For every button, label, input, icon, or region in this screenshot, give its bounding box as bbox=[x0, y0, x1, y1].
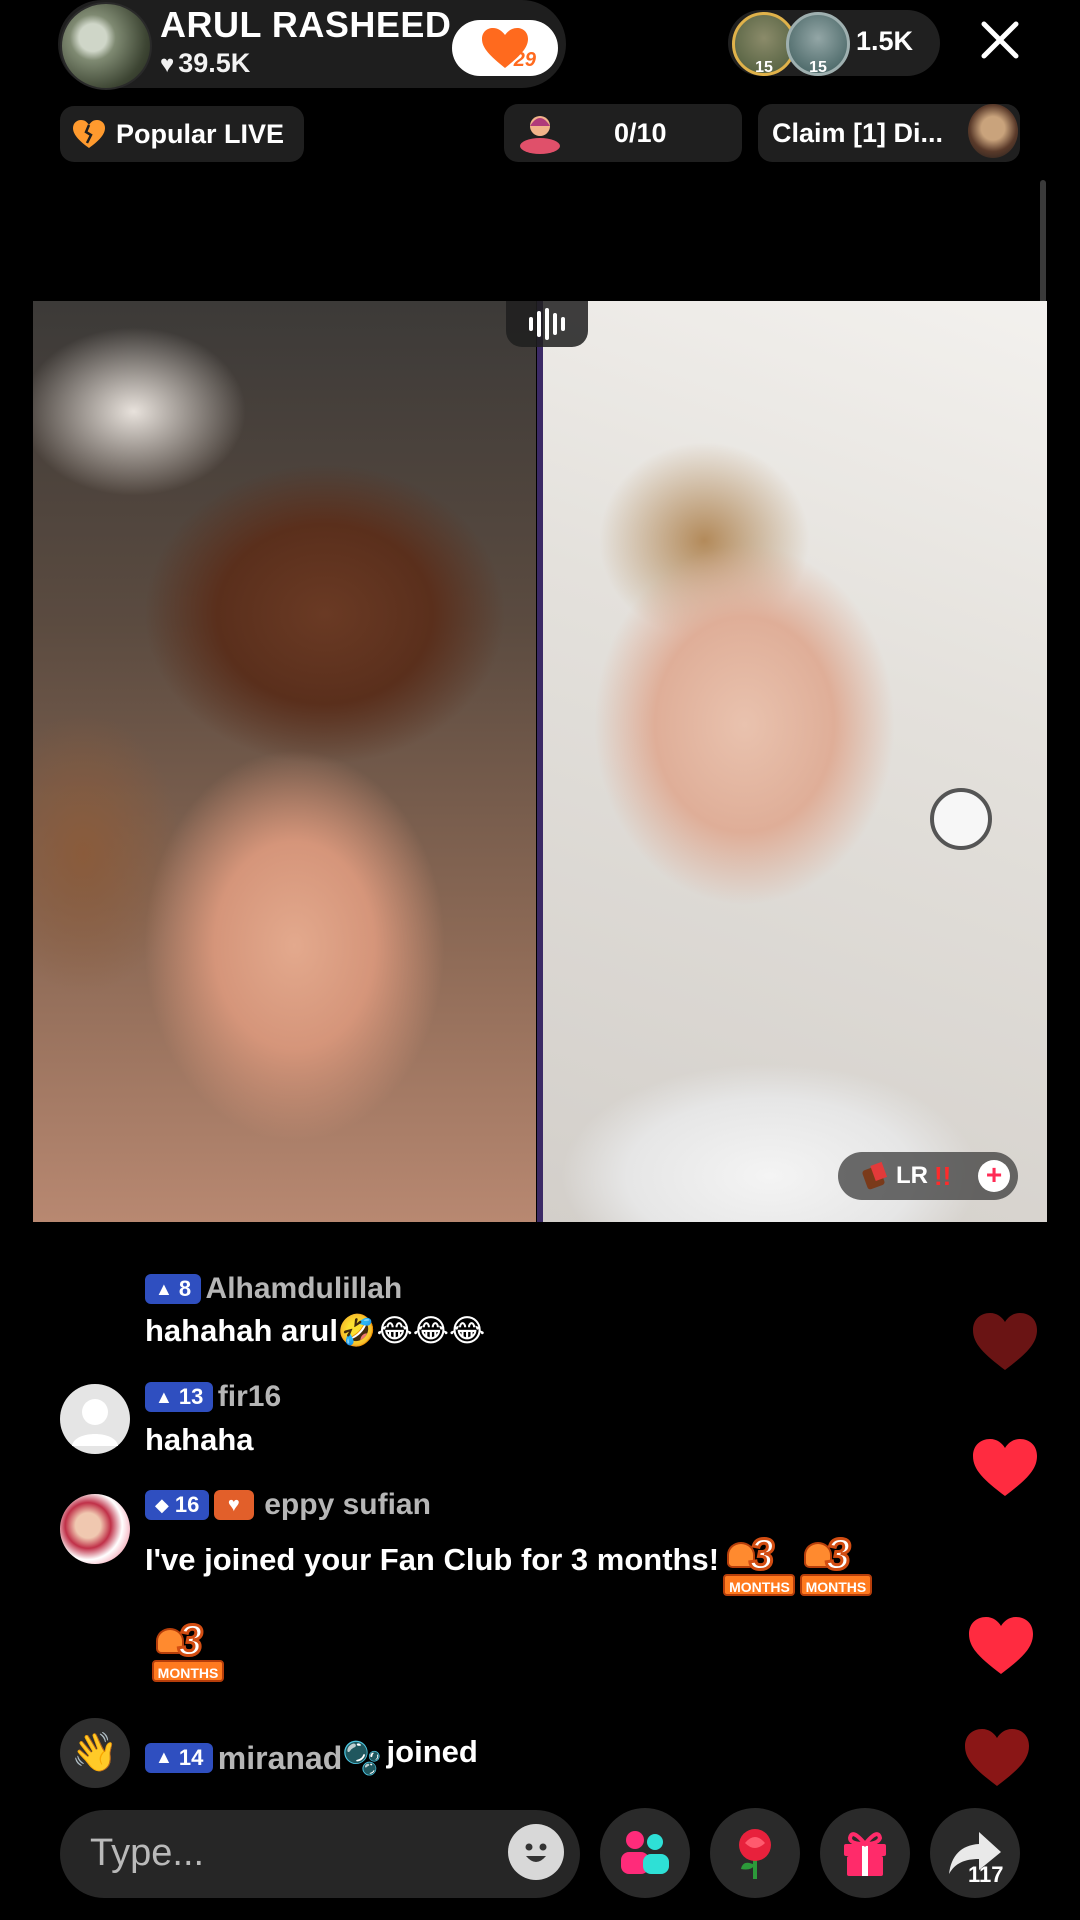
default-avatar-icon bbox=[72, 1399, 118, 1446]
chat-message-text: hahaha bbox=[145, 1422, 254, 1457]
video-divider bbox=[537, 301, 543, 1222]
fan-club-heart-icon: ♥ bbox=[213, 1490, 254, 1520]
claim-label: Claim [1] Di... bbox=[772, 118, 944, 148]
chat-username[interactable]: eppy sufian bbox=[264, 1488, 431, 1521]
sticker-label: MONTHS bbox=[152, 1660, 224, 1682]
audio-indicator[interactable] bbox=[506, 301, 588, 347]
level-icon: ▲ bbox=[155, 1386, 173, 1407]
sticker-number: 3 bbox=[176, 1615, 204, 1667]
level-icon: ◆ bbox=[155, 1494, 169, 1515]
host-name: ARUL RASHEED bbox=[160, 4, 452, 45]
gift-button[interactable] bbox=[820, 1808, 910, 1898]
level-number: 13 bbox=[178, 1384, 204, 1409]
host-video[interactable] bbox=[33, 301, 536, 1222]
close-button[interactable] bbox=[974, 14, 1026, 66]
viewer-level: 15 bbox=[809, 59, 827, 76]
fan-club-button[interactable]: 29 bbox=[452, 20, 558, 76]
chat-username[interactable]: miranad🫧 bbox=[218, 1740, 382, 1776]
comment-placeholder: Type... bbox=[90, 1832, 205, 1874]
wall-clock-image bbox=[930, 788, 992, 850]
sticker-number: 3 bbox=[824, 1529, 852, 1581]
chat-message-body: 3 MONTHS bbox=[152, 1615, 224, 1686]
goal-progress: 0/10 bbox=[614, 118, 667, 148]
sticker-number: 3 bbox=[748, 1529, 776, 1581]
viewer-count[interactable]: 1.5K bbox=[856, 26, 913, 57]
chat-avatar[interactable] bbox=[60, 1494, 130, 1564]
emoji-button[interactable] bbox=[508, 1824, 564, 1880]
three-months-sticker: 3 MONTHS bbox=[723, 1529, 796, 1600]
goal-gift-icon bbox=[520, 116, 560, 154]
chat-message-text: I've joined your Fan Club for 3 months! bbox=[145, 1542, 720, 1578]
level-icon: ▲ bbox=[155, 1278, 173, 1299]
heart-icon: ♥ bbox=[160, 51, 175, 78]
host-likes: ♥ 39.5K bbox=[160, 48, 250, 79]
level-badge: ▲ 13 bbox=[145, 1382, 214, 1412]
guest-emphasis: !! bbox=[934, 1160, 952, 1191]
viewer-level: 15 bbox=[755, 59, 773, 76]
level-number: 14 bbox=[178, 1744, 204, 1770]
share-count: 117 bbox=[968, 1862, 1004, 1887]
guest-name-tag[interactable]: LR !! + bbox=[838, 1152, 1018, 1200]
fan-club-level: 29 bbox=[513, 49, 536, 71]
gift-icon bbox=[844, 1832, 886, 1876]
chat-avatar[interactable] bbox=[60, 1384, 130, 1454]
chocolate-icon bbox=[862, 1161, 888, 1190]
chat-message: ▲ 13 fir16 bbox=[145, 1380, 1080, 1414]
multi-guest-button[interactable] bbox=[600, 1808, 690, 1898]
top-viewer-avatar[interactable]: 15 bbox=[786, 12, 850, 76]
guest-name: LR bbox=[896, 1162, 928, 1189]
popular-live-label: Popular LIVE bbox=[116, 118, 285, 149]
heart-icon bbox=[973, 1313, 1037, 1370]
follow-guest-button[interactable]: + bbox=[978, 1160, 1010, 1192]
chat-message-body: I've joined your Fan Club for 3 months! … bbox=[145, 1529, 872, 1600]
level-icon: ▲ bbox=[155, 1747, 173, 1768]
rose-gift-button[interactable] bbox=[710, 1808, 800, 1898]
broken-heart-icon bbox=[73, 120, 105, 148]
level-badge: ▲ 14 bbox=[145, 1742, 214, 1773]
emoji-icon bbox=[525, 1843, 547, 1862]
people-icon bbox=[621, 1831, 669, 1874]
popular-live-button[interactable]: Popular LIVE bbox=[60, 106, 304, 162]
level-number: 8 bbox=[178, 1276, 192, 1301]
guest-video[interactable] bbox=[543, 301, 1047, 1222]
level-number: 16 bbox=[174, 1492, 200, 1517]
three-months-sticker: 3 MONTHS bbox=[152, 1615, 224, 1686]
join-text: joined bbox=[386, 1734, 478, 1769]
host-likes-count: 39.5K bbox=[178, 48, 251, 78]
join-avatar: 👋 bbox=[60, 1718, 130, 1788]
host-avatar[interactable] bbox=[60, 2, 152, 90]
waving-hand-icon: 👋 bbox=[71, 1732, 119, 1774]
claim-reward-icon bbox=[968, 104, 1018, 158]
chat-username[interactable]: Alhamdulillah bbox=[206, 1272, 403, 1305]
level-badge: ◆ 16 bbox=[145, 1490, 210, 1520]
sticker-label: MONTHS bbox=[799, 1574, 872, 1596]
level-badge: ▲ 8 bbox=[145, 1274, 202, 1304]
heart-icon bbox=[965, 1729, 1029, 1786]
rose-icon bbox=[739, 1829, 771, 1879]
chat-message: ▲ 8 Alhamdulillah bbox=[145, 1272, 1080, 1306]
chat-username[interactable]: fir16 bbox=[218, 1380, 281, 1413]
close-icon bbox=[981, 21, 1019, 59]
heart-icon bbox=[969, 1617, 1033, 1674]
three-months-sticker: 3 MONTHS bbox=[799, 1529, 872, 1600]
sticker-label: MONTHS bbox=[723, 1574, 796, 1596]
chat-message: ◆ 16 ♥ eppy sufian bbox=[145, 1488, 1080, 1522]
join-message: ▲ 14 miranad🫧 joined bbox=[145, 1734, 1080, 1777]
chat-message-text: hahahah arul🤣😂😂😂 bbox=[145, 1313, 486, 1348]
